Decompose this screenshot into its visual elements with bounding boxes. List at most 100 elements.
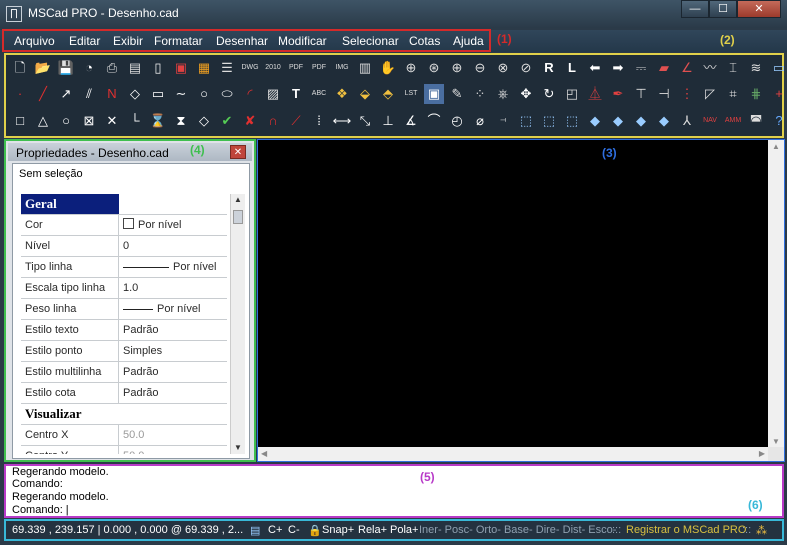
dimension-diag-icon[interactable]: ⤡ xyxy=(355,111,375,131)
color-checkbox-icon[interactable] xyxy=(123,218,134,229)
canvas-horizontal-scrollbar[interactable]: ◀ ▶ xyxy=(258,447,768,461)
zoom-window-icon[interactable]: ⊕ xyxy=(401,58,421,78)
menu-desenhar[interactable]: Desenhar xyxy=(216,34,268,48)
scroll-up-icon[interactable]: ▲ xyxy=(231,194,245,206)
circle-icon[interactable]: ○ xyxy=(194,84,214,104)
square-icon[interactable]: □ xyxy=(10,111,30,131)
angle-icon[interactable]: ∠ xyxy=(677,58,697,78)
status-c-plus[interactable]: C+ xyxy=(268,524,282,536)
properties-icon[interactable]: ▣ xyxy=(424,84,444,104)
status-off-flags[interactable]: Iner- Posc- Orto- Base- Dire- Dist- Esco… xyxy=(419,524,616,536)
trim-icon[interactable]: ⊤ xyxy=(631,84,651,104)
check-icon[interactable]: ✔ xyxy=(217,111,237,131)
print-icon[interactable]: ⎙ xyxy=(102,58,122,78)
status-pola[interactable]: Pola+ xyxy=(390,524,418,536)
version-2010-icon[interactable]: 2010 xyxy=(263,58,283,78)
pen-icon[interactable]: ✒ xyxy=(608,84,628,104)
stamp-icon[interactable]: ⎈ xyxy=(493,84,513,104)
pencil-icon[interactable]: ✎ xyxy=(447,84,467,104)
cross-icon[interactable]: ✕ xyxy=(102,111,122,131)
canvas-scroll-up-icon[interactable]: ▲ xyxy=(772,142,780,151)
tree-icon[interactable]: ⅄ xyxy=(677,111,697,131)
status-c-minus[interactable]: C- xyxy=(288,524,300,536)
dots-icon[interactable]: ⁞ xyxy=(309,111,329,131)
menu-ajuda[interactable]: Ajuda xyxy=(453,34,484,48)
layer-icon[interactable]: ▦ xyxy=(194,58,214,78)
ammo-icon[interactable]: AMM xyxy=(723,111,743,131)
view3d-b-icon[interactable]: ◆ xyxy=(608,111,628,131)
prop-row-tipo-linha[interactable]: Tipo linha Por nível xyxy=(21,257,227,278)
list-text-icon[interactable]: LST xyxy=(401,84,421,104)
pdf-export-icon[interactable]: PDF xyxy=(309,58,329,78)
insert-icon[interactable]: ⬙ xyxy=(355,84,375,104)
grid-icon[interactable]: ⌗ xyxy=(723,84,743,104)
maximize-button[interactable]: ☐ xyxy=(709,0,737,18)
prop-row-cor[interactable]: Cor Por nível xyxy=(21,215,227,236)
r-icon[interactable]: R xyxy=(539,58,559,78)
menu-arquivo[interactable]: Arquivo xyxy=(14,34,55,48)
canvas-scroll-right-icon[interactable]: ▶ xyxy=(759,449,765,458)
l-icon[interactable]: L xyxy=(562,58,582,78)
dimension-arc2-icon[interactable]: ⟞ xyxy=(493,111,513,131)
block-icon[interactable]: ❖ xyxy=(332,84,352,104)
save-icon[interactable]: 💾 xyxy=(56,58,76,78)
offset-icon[interactable]: ◸ xyxy=(700,84,720,104)
extend-icon[interactable]: ⊣ xyxy=(654,84,674,104)
move-icon[interactable]: ✥ xyxy=(516,84,536,104)
prop-row-nivel[interactable]: Nível 0 xyxy=(21,236,227,257)
dimension-diameter-icon[interactable]: ⌀ xyxy=(470,111,490,131)
zoom-previous-icon[interactable]: ⊘ xyxy=(516,58,536,78)
text-icon[interactable]: T xyxy=(286,84,306,104)
layers-status-icon[interactable]: ▤ xyxy=(250,524,260,537)
resize-grip-icon[interactable]: ⁂ xyxy=(756,524,767,537)
layers-icon[interactable]: ≋ xyxy=(746,58,766,78)
zoom-extents-icon[interactable]: ⊛ xyxy=(424,58,444,78)
hourglass-icon[interactable]: ⌛ xyxy=(148,111,168,131)
menu-exibir[interactable]: Exibir xyxy=(113,34,143,48)
arrow-left-icon[interactable]: ⬅ xyxy=(585,58,605,78)
lock-icon[interactable]: 🔒 xyxy=(308,524,322,537)
ellipse-icon[interactable]: ⬭ xyxy=(217,84,237,104)
scale-icon[interactable]: ◰ xyxy=(562,84,582,104)
img-export-icon[interactable]: IMG xyxy=(332,58,352,78)
prop-row-estilo-texto[interactable]: Estilo texto Padrão xyxy=(21,320,227,341)
list-icon[interactable]: ☰ xyxy=(217,58,237,78)
measure-icon[interactable]: ⎓ xyxy=(631,58,651,78)
command-input[interactable]: Comando: | xyxy=(12,504,69,516)
wave-icon[interactable]: 〰 xyxy=(700,58,720,78)
box3d-c-icon[interactable]: ⬚ xyxy=(562,111,582,131)
hatch-icon[interactable]: ▨ xyxy=(263,84,283,104)
drawing-canvas[interactable]: (3) ▲ ▼ ◀ ▶ xyxy=(257,139,785,462)
parallel-icon[interactable]: ⫽ xyxy=(79,84,99,104)
diamond-small-icon[interactable]: ◇ xyxy=(194,111,214,131)
arrow-line-icon[interactable]: ↗ xyxy=(56,84,76,104)
menu-formatar[interactable]: Formatar xyxy=(154,34,203,48)
arc-icon[interactable]: ◜ xyxy=(240,84,260,104)
close-button[interactable]: ✕ xyxy=(737,0,781,18)
panel-icon[interactable]: ▭ xyxy=(769,58,787,78)
clock-icon[interactable]: ◔ xyxy=(79,58,99,78)
canvas-scroll-down-icon[interactable]: ▼ xyxy=(772,437,780,446)
status-snap[interactable]: Snap+ xyxy=(322,524,354,536)
dimension-icon[interactable]: ⌶ xyxy=(723,58,743,78)
prop-row-escala[interactable]: Escala tipo linha 1.0 xyxy=(21,278,227,299)
view3d-a-icon[interactable]: ◆ xyxy=(585,111,605,131)
break-icon[interactable]: ⋮ xyxy=(677,84,697,104)
paste-icon[interactable]: ⬘ xyxy=(378,84,398,104)
pan-icon[interactable]: ✋ xyxy=(378,58,398,78)
cancel-icon[interactable]: ⊠ xyxy=(79,111,99,131)
view3d-d-icon[interactable]: ◆ xyxy=(654,111,674,131)
abc-icon[interactable]: ABC xyxy=(309,84,329,104)
command-area[interactable]: Regerando modelo. Comando: Regerando mod… xyxy=(4,464,784,518)
canvas-scroll-left-icon[interactable]: ◀ xyxy=(261,449,267,458)
new-icon[interactable]: 🗋 xyxy=(10,58,30,78)
dimension-arc-icon[interactable]: ⌒ xyxy=(424,111,444,131)
plus-icon[interactable]: + xyxy=(769,84,787,104)
document-icon[interactable]: ▯ xyxy=(148,58,168,78)
point-icon[interactable]: · xyxy=(10,84,30,104)
brick-icon[interactable]: ▣ xyxy=(171,58,191,78)
zoom-all-icon[interactable]: ⊗ xyxy=(493,58,513,78)
chevron-icon[interactable]: ⋕ xyxy=(746,84,766,104)
diamond-icon[interactable]: ◇ xyxy=(125,84,145,104)
rectangle-icon[interactable]: ▭ xyxy=(148,84,168,104)
